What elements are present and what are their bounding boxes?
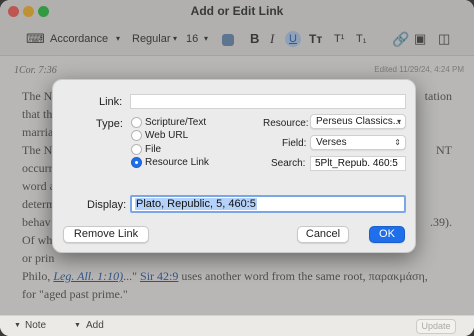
update-button[interactable]: Update xyxy=(416,319,456,334)
radio-dot[interactable] xyxy=(131,117,142,128)
radio-dot-selected[interactable] xyxy=(131,157,142,168)
search-label: Search: xyxy=(271,158,306,169)
field-select[interactable]: Verses ⇕ xyxy=(310,135,406,150)
ok-button[interactable]: OK xyxy=(369,226,405,243)
display-field[interactable]: Plato, Republic, 5, 460:5 xyxy=(130,195,406,213)
remove-link-button[interactable]: Remove Link xyxy=(63,226,149,243)
chevron-down-icon: ▼ xyxy=(74,322,81,329)
radio-dot[interactable] xyxy=(131,130,142,141)
display-text-selection: Plato, Republic, 5, 460:5 xyxy=(135,198,257,210)
search-field[interactable]: 5Plt_Repub. 460:5 xyxy=(310,156,406,171)
add-menu-button[interactable]: Add xyxy=(86,320,104,331)
bottom-bar: ▼ Note ▼ Add Update xyxy=(0,315,474,336)
cancel-button[interactable]: Cancel xyxy=(297,226,349,243)
resource-label: Resource: xyxy=(263,118,309,129)
add-edit-link-dialog: Link: Type: Scripture/Text Web URL File … xyxy=(52,79,416,253)
chevron-updown-icon: ⇕ xyxy=(394,138,401,147)
chevron-down-icon: ▼ xyxy=(14,322,21,329)
display-label: Display: xyxy=(87,199,127,211)
note-menu-button[interactable]: Note xyxy=(25,320,46,331)
type-label: Type: xyxy=(96,118,123,130)
link-field[interactable] xyxy=(130,94,406,109)
chevron-down-icon: ▾ xyxy=(396,117,401,126)
resource-select[interactable]: Perseus Classics... ▾ xyxy=(310,114,406,129)
link-label: Link: xyxy=(99,96,123,108)
radio-dot[interactable] xyxy=(131,144,142,155)
field-label: Field: xyxy=(282,138,307,149)
